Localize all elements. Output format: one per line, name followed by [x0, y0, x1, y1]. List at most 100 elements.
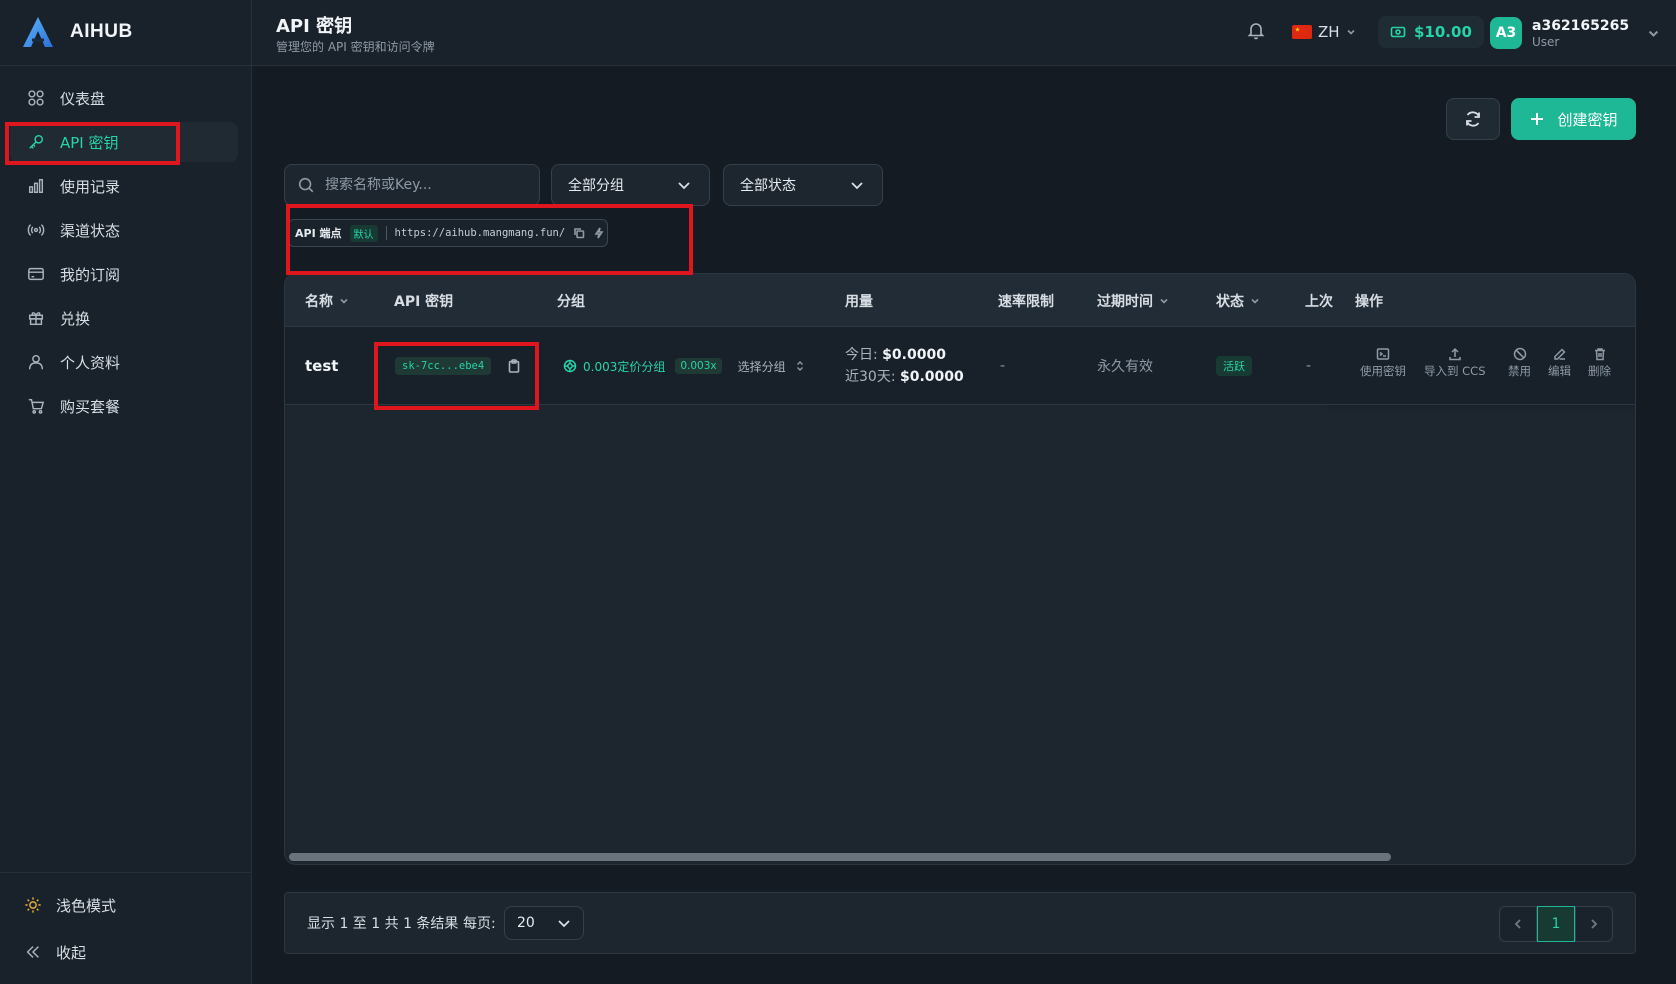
- broadcast-icon: [26, 220, 46, 240]
- rate-limit-value: -: [1000, 358, 1006, 374]
- column-header-last-used: 上次: [1305, 274, 1333, 327]
- endpoint-default-badge: 默认: [349, 224, 378, 242]
- column-header-name[interactable]: 名称: [305, 274, 349, 327]
- expires-value: 永久有效: [1097, 359, 1153, 375]
- chevrons-left-icon: [26, 946, 39, 958]
- status-filter-select[interactable]: 全部状态: [723, 164, 883, 206]
- column-label: 状态: [1216, 293, 1244, 310]
- upload-icon: [1449, 347, 1461, 361]
- group-rate: 0.003x: [675, 358, 722, 374]
- notifications-button[interactable]: [1246, 20, 1270, 44]
- sort-icon: [796, 361, 803, 371]
- language-code: ZH: [1318, 23, 1340, 41]
- divider: [0, 872, 252, 873]
- sidebar-item-buy-plan[interactable]: 购买套餐: [10, 386, 238, 426]
- create-key-button[interactable]: 创建密钥: [1511, 98, 1636, 140]
- sidebar-item-label: 渠道状态: [60, 221, 121, 240]
- pager: 1: [1499, 906, 1613, 942]
- use-key-button[interactable]: 使用密钥: [1360, 347, 1406, 379]
- sidebar-item-channel-status[interactable]: 渠道状态: [10, 210, 238, 250]
- sidebar-item-profile[interactable]: 个人资料: [10, 342, 238, 382]
- column-label: 分组: [557, 293, 585, 310]
- plus-icon: [1531, 113, 1544, 125]
- balance-badge[interactable]: $10.00: [1378, 16, 1484, 48]
- sidebar-item-usage[interactable]: 使用记录: [10, 166, 238, 206]
- collapse-sidebar-button[interactable]: 收起: [24, 937, 86, 967]
- refresh-button[interactable]: [1446, 98, 1500, 140]
- trash-icon: [1594, 348, 1605, 361]
- lightning-icon[interactable]: [593, 227, 605, 239]
- column-header-rate-limit: 速率限制: [998, 274, 1054, 327]
- page-subtitle: 管理您的 API 密钥和访问令牌: [276, 40, 435, 54]
- column-header-group: 分组: [557, 274, 585, 327]
- key-icon: [26, 132, 46, 152]
- chevron-left-icon: [1514, 919, 1521, 929]
- column-label: 名称: [305, 293, 333, 310]
- page-title: API 密钥: [276, 16, 353, 37]
- ban-icon: [1513, 347, 1526, 361]
- prev-page-button[interactable]: [1499, 906, 1537, 942]
- edit-button[interactable]: 编辑: [1548, 347, 1571, 379]
- disable-button[interactable]: 禁用: [1508, 347, 1531, 379]
- sidebar-item-label: 兑换: [60, 309, 91, 328]
- delete-button[interactable]: 删除: [1588, 347, 1611, 379]
- sidebar-item-api-keys[interactable]: API 密钥: [10, 122, 238, 162]
- openai-icon: [563, 359, 577, 373]
- per-page-select[interactable]: 20: [504, 906, 584, 940]
- column-header-usage: 用量: [845, 274, 873, 327]
- create-key-label: 创建密钥: [1557, 110, 1618, 129]
- page-button[interactable]: 1: [1537, 906, 1575, 942]
- brand-name: AIHUB: [70, 21, 133, 42]
- refresh-icon: [1466, 111, 1480, 127]
- chevron-down-icon: [1160, 298, 1168, 304]
- clipboard-icon[interactable]: [507, 359, 521, 373]
- theme-toggle-label: 浅色模式: [56, 896, 117, 915]
- gift-icon: [26, 308, 46, 328]
- copy-icon[interactable]: [573, 227, 585, 239]
- usage-today-label: 今日:: [845, 347, 878, 363]
- column-header-expires[interactable]: 过期时间: [1097, 274, 1169, 327]
- group-filter-select[interactable]: 全部分组: [551, 164, 710, 206]
- chevron-down-icon: [678, 182, 690, 190]
- user-menu[interactable]: A3 a362165265 User: [1490, 15, 1660, 51]
- theme-toggle-button[interactable]: 浅色模式: [24, 890, 116, 920]
- use-key-label: 使用密钥: [1360, 364, 1406, 378]
- column-header-status[interactable]: 状态: [1216, 274, 1260, 327]
- edit-icon: [1553, 348, 1566, 360]
- collapse-label: 收起: [56, 943, 87, 962]
- status-cell: 活跃: [1216, 327, 1252, 405]
- sidebar-item-subscriptions[interactable]: 我的订阅: [10, 254, 238, 294]
- chevron-down-icon: [558, 920, 570, 928]
- search-input[interactable]: [325, 177, 525, 193]
- sidebar-item-label: 仪表盘: [60, 89, 106, 108]
- dashboard-icon: [26, 88, 46, 108]
- select-group-dropdown[interactable]: 选择分组: [738, 358, 804, 375]
- api-keys-table: 名称 API 密钥 分组 用量 速率限制 过期时间 状态 上次 操作 test …: [284, 273, 1636, 865]
- import-ccs-button[interactable]: 导入到 CCS: [1424, 347, 1486, 379]
- column-label: 过期时间: [1097, 293, 1153, 310]
- chevron-down-icon: [851, 182, 863, 190]
- usage-30d-value: $0.0000: [899, 369, 964, 385]
- column-label: API 密钥: [394, 293, 454, 310]
- next-page-button[interactable]: [1575, 906, 1613, 942]
- sidebar-item-label: 使用记录: [60, 177, 121, 196]
- delete-label: 删除: [1588, 364, 1611, 378]
- column-label: 用量: [845, 293, 873, 310]
- sidebar-item-dashboard[interactable]: 仪表盘: [10, 78, 238, 118]
- brand[interactable]: AIHUB: [20, 14, 133, 50]
- chevron-down-icon: [1251, 298, 1259, 304]
- sidebar-item-label: API 密钥: [60, 133, 119, 152]
- sidebar-item-label: 我的订阅: [60, 265, 121, 284]
- column-label: 操作: [1355, 293, 1383, 310]
- search-box[interactable]: [284, 164, 540, 206]
- group-filter-value: 全部分组: [568, 178, 624, 194]
- disable-label: 禁用: [1508, 364, 1531, 378]
- chevron-right-icon: [1591, 919, 1598, 929]
- sidebar-nav: 仪表盘 API 密钥 使用记录 渠道状态 我的订阅 兑换 个人资料 购买套餐: [0, 78, 252, 430]
- sidebar-item-redeem[interactable]: 兑换: [10, 298, 238, 338]
- language-selector[interactable]: ZH: [1292, 18, 1356, 46]
- divider: [385, 226, 387, 240]
- scrollbar-thumb[interactable]: [289, 853, 1392, 861]
- horizontal-scrollbar[interactable]: [289, 853, 1633, 861]
- status-filter-value: 全部状态: [740, 178, 796, 194]
